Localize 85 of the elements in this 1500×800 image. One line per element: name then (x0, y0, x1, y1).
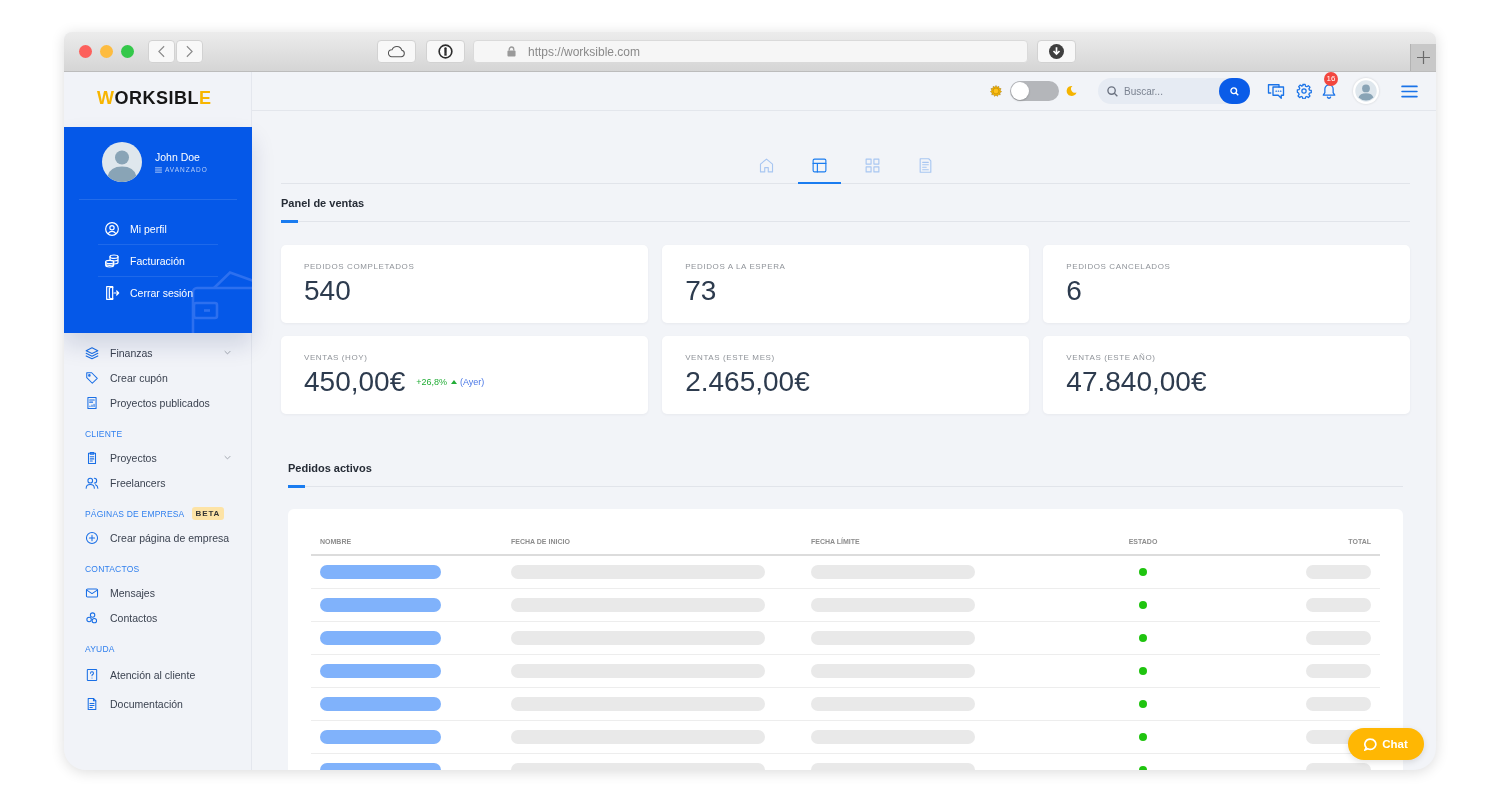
moon-icon (1066, 85, 1077, 97)
grid-icon (863, 156, 881, 174)
cloud-button[interactable] (377, 40, 416, 63)
notification-badge: 16 (1324, 72, 1338, 86)
help-icon (85, 667, 99, 682)
chevron-right-icon (186, 45, 193, 58)
back-button[interactable] (148, 40, 175, 63)
nav-item[interactable]: Documentación (64, 689, 251, 718)
tag-icon (85, 370, 99, 385)
sun-icon (990, 85, 1002, 97)
section-title: Pedidos activos (288, 461, 373, 476)
stat-value: 73 (685, 275, 717, 307)
stat-label: VENTAS (ESTE MES) (685, 353, 775, 363)
document-icon (85, 696, 99, 711)
nav-item[interactable]: Mensajes (64, 580, 251, 605)
stat-value: 2.465,00€ (685, 366, 810, 398)
chevron-down-icon (224, 455, 231, 460)
section-label: CLIENTE (85, 428, 123, 439)
avatar[interactable] (102, 142, 142, 182)
stat-label: VENTAS (ESTE AÑO) (1066, 353, 1156, 363)
stat-value: 47.840,00€ (1066, 366, 1207, 398)
stat-value: 450,00€ (304, 366, 406, 398)
password-button[interactable] (426, 40, 465, 63)
section-label: AYUDA (85, 643, 115, 654)
chevron-left-icon (158, 45, 165, 58)
stat-label: PEDIDOS CANCELADOS (1066, 262, 1171, 272)
search-button[interactable] (1219, 78, 1250, 104)
download-button[interactable] (1037, 40, 1076, 63)
chat-icon[interactable] (1267, 82, 1285, 100)
plus-circle-icon (85, 530, 99, 545)
document-chart-icon (85, 395, 99, 410)
section-title: Panel de ventas (281, 196, 366, 211)
stat-value: 6 (1066, 275, 1082, 307)
caret-up-icon (451, 380, 457, 384)
logo[interactable]: WORKSIBLE (97, 87, 212, 109)
section-label: CONTACTOS (85, 563, 140, 574)
lock-icon (507, 46, 516, 57)
nav-item[interactable]: Proyectos publicados (64, 390, 251, 415)
zoom-button[interactable] (121, 45, 134, 58)
user-name: John Doe (155, 151, 201, 163)
nav-item[interactable]: Freelancers (64, 470, 251, 495)
avatar[interactable] (1353, 78, 1379, 104)
chat-bubble-icon (1364, 737, 1378, 751)
nav-item[interactable]: Proyectos (64, 445, 251, 470)
layout-icon (810, 156, 828, 174)
keyhole-icon (438, 44, 453, 59)
stat-label: PEDIDOS A LA ESPERA (685, 262, 786, 272)
home-icon (757, 156, 775, 174)
stat-value: 540 (304, 275, 351, 307)
comparison-label: (Ayer) (460, 377, 485, 387)
users-icon (85, 475, 99, 490)
list-icon (155, 166, 162, 173)
change-value: +26,8% (416, 377, 447, 387)
settings-icon[interactable] (1296, 83, 1312, 99)
section-label: PÁGINAS DE EMPRESA (85, 508, 185, 519)
nav-item[interactable]: Finanzas (64, 340, 251, 365)
cloud-icon (387, 45, 406, 58)
plus-icon (1417, 51, 1430, 64)
clipboard-icon (85, 450, 99, 465)
nav-item[interactable]: Contactos (64, 605, 251, 630)
menu-item[interactable]: Cerrar sesión (98, 277, 218, 309)
mail-icon (85, 585, 99, 600)
search-icon (1107, 85, 1118, 97)
search-icon (1230, 86, 1239, 96)
new-tab-button[interactable] (1410, 44, 1436, 71)
menu-item[interactable]: Mi perfil (98, 213, 218, 245)
people-icon (85, 610, 99, 625)
forward-button[interactable] (176, 40, 203, 63)
coins-icon (104, 252, 120, 269)
bell-icon[interactable] (1322, 83, 1336, 99)
stat-label: PEDIDOS COMPLETADOS (304, 262, 415, 272)
layers-icon (85, 345, 99, 360)
theme-toggle[interactable] (1010, 81, 1059, 101)
logout-icon (104, 285, 120, 301)
user-circle-icon (104, 220, 120, 237)
nav-item[interactable]: Crear página de empresa (64, 525, 251, 550)
chevron-down-icon (224, 350, 231, 355)
nav-item[interactable]: Crear cupón (64, 365, 251, 390)
download-icon (1049, 44, 1064, 59)
nav-item[interactable]: Atención al cliente (64, 660, 251, 689)
menu-icon[interactable] (1401, 84, 1418, 98)
beta-badge: BETA (191, 507, 225, 520)
close-button[interactable] (79, 45, 92, 58)
stat-label: VENTAS (HOY) (304, 353, 368, 363)
menu-item[interactable]: Facturación (98, 245, 218, 277)
